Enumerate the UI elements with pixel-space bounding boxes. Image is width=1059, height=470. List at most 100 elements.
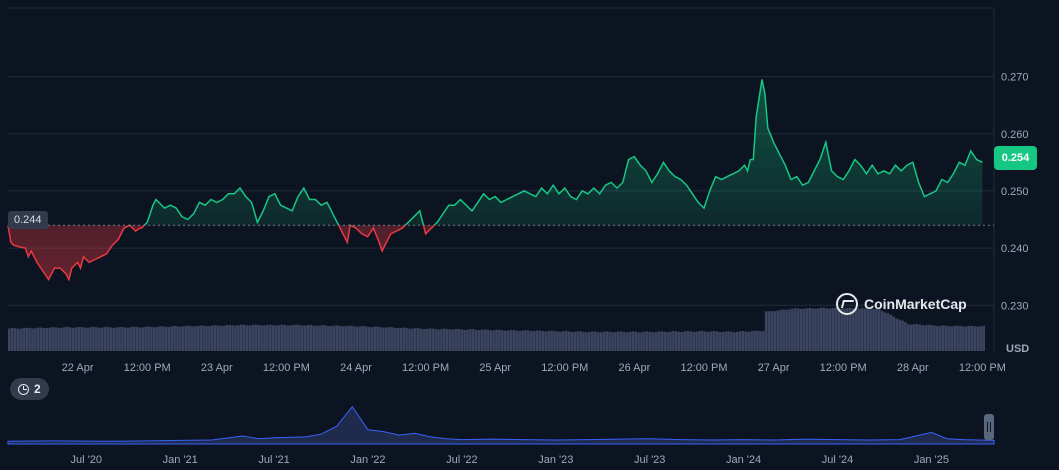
- volume-bar: [915, 324, 919, 351]
- volume-bar: [628, 331, 632, 351]
- volume-bar: [431, 328, 434, 351]
- navigator-x-tick-label: Jul '20: [71, 454, 102, 466]
- volume-bar: [785, 309, 788, 351]
- volume-bar: [782, 309, 785, 351]
- volume-bar: [39, 327, 43, 351]
- volume-bar: [182, 326, 185, 351]
- volume-bar: [202, 325, 205, 351]
- volume-bar: [269, 324, 272, 351]
- volume-bar: [820, 307, 823, 351]
- y-tick-label: 0.230: [1001, 300, 1029, 312]
- volume-bar: [51, 327, 55, 351]
- volume-bar: [506, 330, 510, 351]
- price-chart[interactable]: 0.230 0.240 0.250 0.260 0.270 22 Apr 12:00 PM…: [0, 0, 1059, 400]
- volume-bar: [477, 330, 481, 351]
- volume-bar: [895, 318, 898, 351]
- volume-bar: [721, 331, 724, 351]
- currency-label: USD: [1006, 343, 1030, 355]
- volume-bar: [825, 308, 829, 351]
- volume-bar: [25, 327, 28, 351]
- volume-bar: [573, 331, 577, 351]
- volume-bar: [773, 311, 777, 351]
- history-navigator-chart[interactable]: Jul '20 Jan '21 Jul '21 Jan '22 Jul '22 Jan '…: [0, 400, 1059, 470]
- volume-bar: [901, 320, 904, 351]
- volume-bar: [298, 325, 301, 351]
- volume-bar: [199, 325, 202, 351]
- volume-bar: [640, 332, 643, 351]
- volume-bar: [126, 327, 130, 351]
- volume-bar: [329, 326, 333, 351]
- volume-bar: [338, 325, 342, 351]
- volume-bar: [619, 331, 623, 351]
- current-price-tag: 0.254: [994, 146, 1037, 170]
- navigator-x-ticks: Jul '20 Jan '21 Jul '21 Jan '22 Jul '22 Jan '…: [71, 454, 949, 466]
- volume-bar: [286, 325, 289, 351]
- volume-bar: [315, 325, 318, 351]
- history-clock-icon: [18, 383, 29, 395]
- volume-bar: [97, 327, 101, 351]
- volume-bar: [907, 324, 910, 351]
- volume-bar: [318, 325, 321, 351]
- volume-bar: [211, 325, 214, 351]
- volume-bar: [364, 326, 368, 351]
- volume-bar: [213, 325, 217, 351]
- volume-bar: [74, 327, 78, 351]
- volume-bar: [474, 329, 478, 351]
- volume-bar: [898, 319, 901, 351]
- volume-bar: [727, 331, 730, 351]
- navigator-range-handle[interactable]: [984, 414, 994, 440]
- volume-bar: [918, 324, 922, 351]
- volume-bar: [547, 331, 550, 351]
- volume-bar: [135, 326, 139, 351]
- volume-bar: [350, 325, 353, 351]
- volume-bar: [524, 330, 527, 351]
- volume-bar: [147, 326, 150, 351]
- volume-bar: [48, 327, 52, 351]
- volume-bar: [631, 331, 635, 351]
- volume-bar: [92, 326, 95, 351]
- volume-bar: [179, 326, 182, 351]
- volume-bar: [414, 328, 417, 351]
- volume-bar: [118, 326, 121, 351]
- volume-bar: [309, 324, 313, 351]
- volume-bar: [385, 327, 388, 351]
- volume-bar: [776, 310, 780, 351]
- volume-bar: [54, 327, 57, 351]
- volume-bar: [402, 327, 405, 351]
- volume-bar: [42, 327, 46, 351]
- navigator-x-tick-label: Jul '24: [822, 454, 853, 466]
- volume-bar: [306, 324, 310, 351]
- volume-bar: [654, 331, 658, 351]
- volume-bar: [109, 327, 113, 351]
- open-price-label: 0.244: [8, 211, 48, 229]
- volume-bar: [744, 331, 748, 351]
- volume-bar: [733, 332, 736, 351]
- volume-bar: [550, 330, 553, 351]
- volume-bar: [463, 329, 466, 351]
- volume-bar: [489, 330, 492, 351]
- volume-bar: [486, 329, 490, 351]
- volume-bar: [373, 326, 376, 351]
- volume-bar: [327, 325, 330, 351]
- volume-bar: [225, 325, 229, 351]
- volume-bar: [521, 330, 524, 351]
- volume-bar: [451, 329, 455, 351]
- volume-bar: [45, 328, 49, 351]
- volume-bar: [260, 325, 263, 351]
- x-tick-label: 23 Apr: [201, 362, 233, 374]
- volume-bar: [419, 328, 423, 351]
- volume-bar: [535, 330, 539, 351]
- volume-bar: [698, 330, 701, 351]
- volume-bar: [63, 327, 66, 351]
- history-badge-button[interactable]: 2: [10, 378, 49, 400]
- volume-bar: [16, 328, 20, 351]
- volume-bar: [921, 325, 925, 351]
- volume-bar: [712, 331, 716, 351]
- volume-bar: [266, 324, 269, 351]
- volume-bar: [976, 326, 980, 351]
- volume-bar: [518, 330, 521, 351]
- x-tick-label: 12:00 PM: [959, 362, 1006, 374]
- volume-bar: [637, 332, 640, 351]
- volume-bar: [933, 325, 936, 351]
- volume-bar: [248, 325, 252, 351]
